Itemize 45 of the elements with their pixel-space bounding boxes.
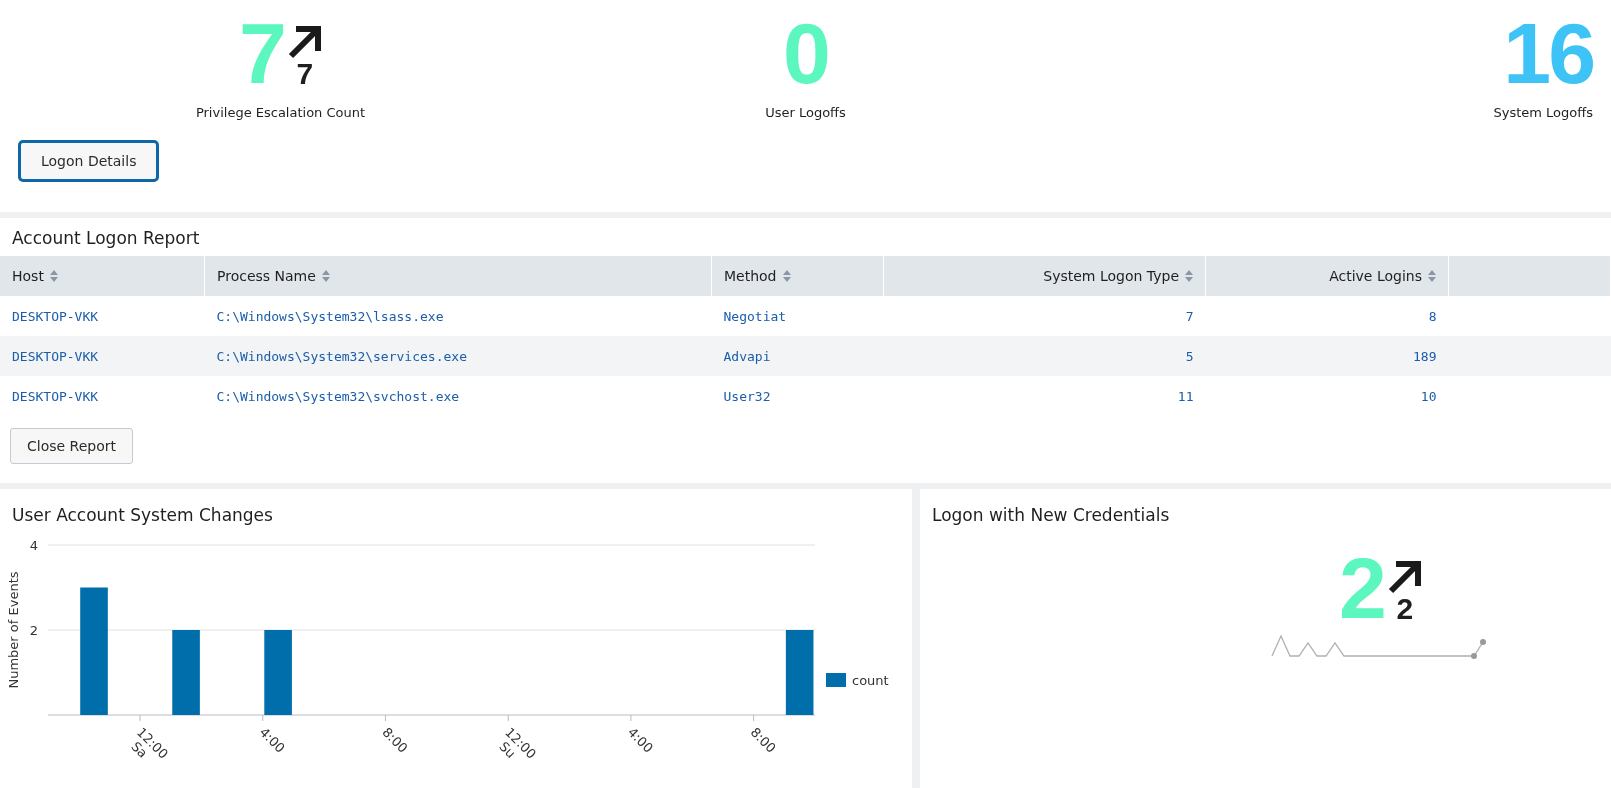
- panel-title: User Account System Changes: [11, 505, 274, 527]
- legend-label: count: [852, 673, 889, 688]
- sort-icon: [321, 270, 330, 282]
- axis-tick-label: 2: [29, 623, 38, 638]
- axis-tick-label: 4: [29, 538, 38, 553]
- table-cell: 189: [1205, 336, 1449, 376]
- close-report-button[interactable]: Close Report: [10, 428, 133, 464]
- metric-value: 0: [783, 13, 828, 93]
- table-cell: C:\Windows\System32\services.exe: [204, 336, 712, 376]
- column-header[interactable]: Method: [711, 256, 884, 296]
- table-cell: 10: [1205, 376, 1449, 416]
- table-cell: Advapi: [711, 336, 884, 376]
- trend-value: 7: [296, 59, 314, 89]
- panel-title: Logon with New Credentials: [931, 505, 1171, 527]
- metric-label: Privilege Escalation Count: [195, 105, 366, 120]
- column-header[interactable]: Host: [0, 256, 205, 296]
- sort-icon: [1185, 270, 1193, 282]
- trend-value: 2: [1396, 594, 1414, 624]
- table-cell: 8: [1205, 296, 1449, 336]
- metric-value: 7: [239, 13, 284, 93]
- table-cell: 11: [883, 376, 1206, 416]
- column-header[interactable]: System Logon Type: [883, 256, 1206, 296]
- panel-title: Account Logon Report: [11, 228, 201, 250]
- table-cell: C:\Windows\System32\lsass.exe: [204, 296, 712, 336]
- column-header[interactable]: Active Logins: [1205, 256, 1449, 296]
- table-cell: 7: [883, 296, 1206, 336]
- sort-icon: [49, 270, 58, 282]
- table-cell: Negotiat: [711, 296, 884, 336]
- metric-value: 2: [1339, 548, 1384, 628]
- table-cell: DESKTOP-VKK: [0, 376, 205, 416]
- table-cell: C:\Windows\System32\svchost.exe: [204, 376, 712, 416]
- column-header[interactable]: Process Name: [204, 256, 712, 296]
- table-cell: DESKTOP-VKK: [0, 336, 205, 376]
- table-cell: User32: [711, 376, 884, 416]
- sort-icon: [782, 270, 791, 282]
- table-cell: 5: [883, 336, 1206, 376]
- table-cell: DESKTOP-VKK: [0, 296, 205, 336]
- metric-label: System Logoffs: [1493, 105, 1593, 120]
- arrow-icon: [1387, 560, 1422, 594]
- metric-value: 16: [1503, 13, 1593, 93]
- arrow-icon: [287, 25, 322, 59]
- logon-details-button[interactable]: Logon Details: [18, 140, 160, 182]
- metric-label: User Logoffs: [765, 105, 846, 120]
- axis-title: Number of Events: [6, 571, 21, 689]
- sort-icon: [1428, 270, 1436, 282]
